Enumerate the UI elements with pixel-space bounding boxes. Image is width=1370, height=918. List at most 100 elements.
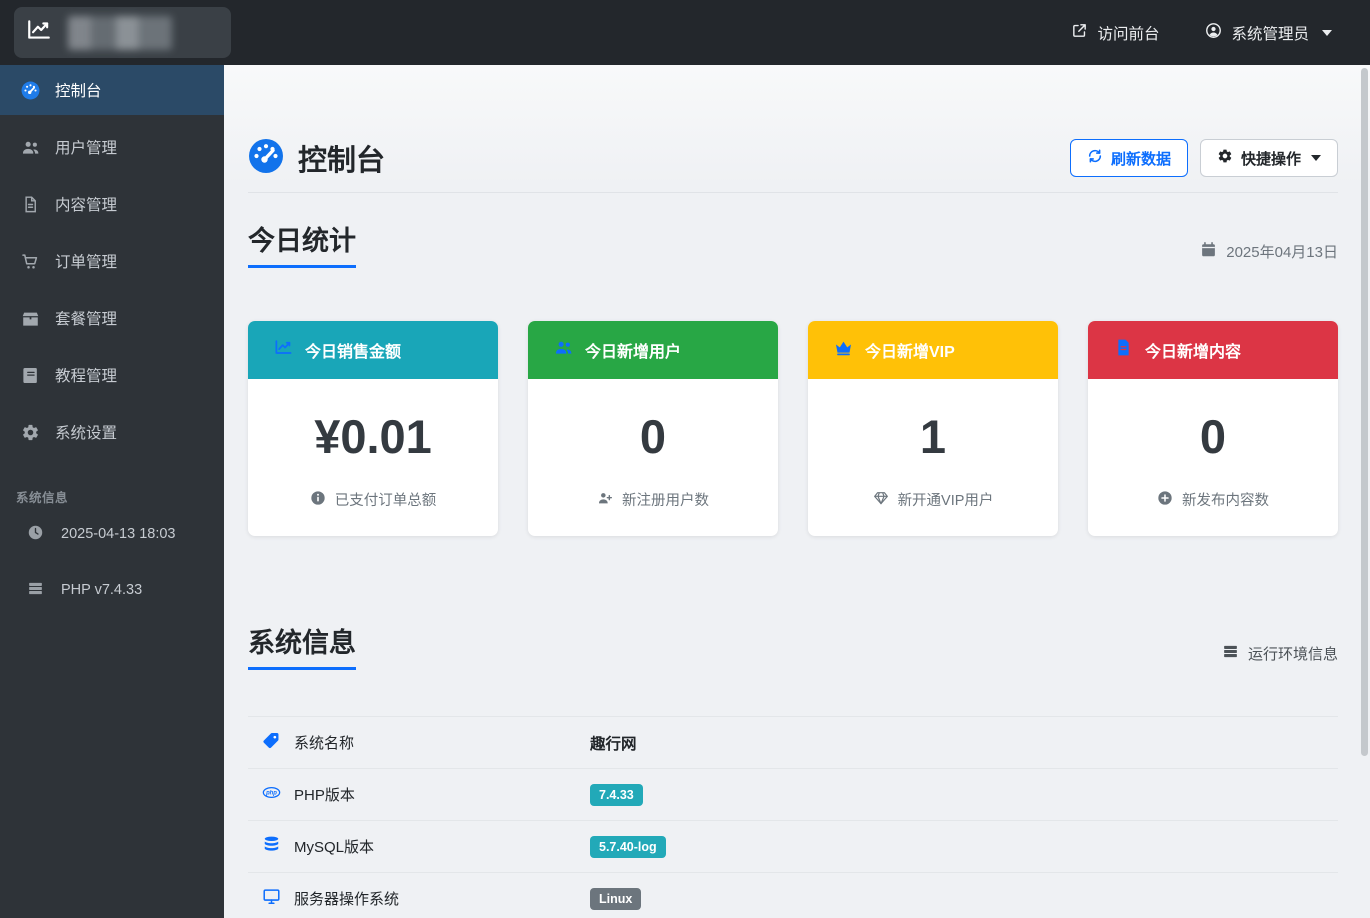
stat-card-title: 今日销售金额 [305, 338, 401, 362]
sidebar-item-orders[interactable]: 订单管理 [0, 236, 224, 286]
sidebar-item-users[interactable]: 用户管理 [0, 122, 224, 172]
gear-icon [20, 422, 40, 442]
today-date-text: 2025年04月13日 [1226, 241, 1338, 262]
stat-card-header: 今日新增用户 [528, 321, 778, 379]
box-icon [20, 308, 40, 328]
stat-card-footer-text: 新开通VIP用户 [898, 489, 994, 510]
crown-icon [834, 338, 853, 362]
sidebar-item-label: 控制台 [55, 79, 102, 101]
row-value: Linux [590, 888, 641, 910]
calendar-icon [1200, 241, 1217, 262]
gem-icon [873, 490, 889, 510]
table-row: php PHP版本 7.4.33 [248, 769, 1338, 821]
stat-card-footer: 新注册用户数 [528, 489, 778, 510]
stat-card-value: ¥0.01 [248, 379, 498, 489]
sidebar-item-label: 内容管理 [55, 193, 117, 215]
vertical-scrollbar[interactable] [1361, 68, 1368, 756]
brand-name-blurred [68, 16, 172, 50]
stat-card-title: 今日新增用户 [585, 338, 681, 362]
today-stats-header: 今日统计 2025年04月13日 [248, 219, 1338, 268]
stat-card-title: 今日新增VIP [865, 338, 955, 362]
today-stats-title: 今日统计 [248, 219, 356, 268]
sidebar-item-packages[interactable]: 套餐管理 [0, 293, 224, 343]
row-value: 5.7.40-log [590, 836, 666, 858]
sidebar-item-tutorials[interactable]: 教程管理 [0, 350, 224, 400]
row-label: php PHP版本 [248, 783, 590, 806]
file-icon [20, 194, 40, 214]
brand-logo[interactable] [14, 7, 231, 58]
stat-card-new-users: 今日新增用户 0 新注册用户数 [528, 321, 778, 536]
row-label-text: PHP版本 [294, 784, 355, 805]
stat-card-value: 1 [808, 379, 1058, 489]
sidebar-item-content[interactable]: 内容管理 [0, 179, 224, 229]
env-info-label: 运行环境信息 [1222, 643, 1338, 664]
system-info-table: 系统名称 趣行网 php PHP版本 7.4.33 [248, 716, 1338, 918]
table-row: MySQL版本 5.7.40-log [248, 821, 1338, 873]
main-content: 控制台 刷新数据 快捷操作 [224, 65, 1370, 918]
sidebar-info-time: 2025-04-13 18:03 [0, 506, 224, 562]
clock-icon [27, 524, 44, 545]
stat-card-footer-text: 新发布内容数 [1182, 489, 1269, 510]
stat-card-footer: 新发布内容数 [1088, 489, 1338, 510]
row-label-text: 服务器操作系统 [294, 888, 399, 909]
refresh-data-button[interactable]: 刷新数据 [1070, 139, 1188, 177]
table-row: 服务器操作系统 Linux [248, 873, 1338, 918]
chevron-down-icon [1311, 155, 1321, 161]
php-version-badge: 7.4.33 [590, 784, 643, 806]
table-row: 系统名称 趣行网 [248, 717, 1338, 769]
admin-dashboard: 访问前台 系统管理员 控制台 用户管 [0, 0, 1370, 918]
page-title: 控制台 [248, 137, 385, 179]
admin-user-menu[interactable]: 系统管理员 [1205, 22, 1332, 44]
site-name-value: 趣行网 [590, 736, 637, 753]
chevron-down-icon [1322, 30, 1332, 36]
sidebar-item-label: 系统设置 [55, 421, 117, 443]
tag-icon [262, 731, 281, 754]
chart-line-icon [274, 338, 293, 362]
plus-circle-icon [1157, 490, 1173, 510]
visit-frontend-link[interactable]: 访问前台 [1071, 22, 1159, 44]
stat-card-new-vip: 今日新增VIP 1 新开通VIP用户 [808, 321, 1058, 536]
stat-card-footer: 新开通VIP用户 [808, 489, 1058, 510]
sidebar-item-label: 教程管理 [55, 364, 117, 386]
top-navbar: 访问前台 系统管理员 [0, 0, 1370, 65]
today-stats-section: 今日统计 2025年04月13日 今日销售金额 ¥0.0 [248, 219, 1338, 536]
row-label: 系统名称 [248, 731, 590, 754]
file-icon [1114, 338, 1133, 362]
stat-card-value: 0 [528, 379, 778, 489]
stat-card-sales: 今日销售金额 ¥0.01 已支付订单总额 [248, 321, 498, 536]
sidebar-item-settings[interactable]: 系统设置 [0, 407, 224, 457]
sidebar-menu: 控制台 用户管理 内容管理 订单管理 [0, 65, 224, 457]
info-circle-icon [310, 490, 326, 510]
sidebar-item-label: 套餐管理 [55, 307, 117, 329]
sidebar: 控制台 用户管理 内容管理 订单管理 [0, 65, 224, 918]
refresh-icon [1087, 148, 1103, 168]
system-info-section: 系统信息 运行环境信息 系统名称 [248, 621, 1338, 918]
stat-card-title: 今日新增内容 [1145, 338, 1241, 362]
quick-actions-button[interactable]: 快捷操作 [1200, 139, 1338, 177]
sidebar-section-label: 系统信息 [16, 487, 224, 506]
svg-text:php: php [265, 791, 277, 797]
sidebar-item-console[interactable]: 控制台 [0, 65, 224, 115]
stat-card-new-content: 今日新增内容 0 新发布内容数 [1088, 321, 1338, 536]
sidebar-info-text: 2025-04-13 18:03 [61, 526, 176, 542]
page-actions: 刷新数据 快捷操作 [1070, 139, 1338, 177]
system-info-title: 系统信息 [248, 621, 356, 670]
visit-frontend-label: 访问前台 [1097, 22, 1159, 44]
stat-card-header: 今日新增内容 [1088, 321, 1338, 379]
stat-card-header: 今日销售金额 [248, 321, 498, 379]
user-plus-icon [597, 490, 613, 510]
sidebar-info-text: PHP v7.4.33 [61, 582, 142, 598]
sidebar-item-label: 用户管理 [55, 136, 117, 158]
admin-user-label: 系统管理员 [1231, 22, 1309, 44]
row-label-text: MySQL版本 [294, 836, 374, 857]
header-divider [248, 192, 1338, 193]
chart-line-logo-icon [26, 17, 52, 48]
gauge-icon [20, 80, 40, 100]
row-label-text: 系统名称 [294, 732, 354, 753]
stat-card-footer-text: 新注册用户数 [622, 489, 709, 510]
server-icon [27, 580, 44, 601]
monitor-icon [262, 887, 281, 910]
row-label: 服务器操作系统 [248, 887, 590, 910]
today-date: 2025年04月13日 [1200, 241, 1338, 262]
book-icon [20, 365, 40, 385]
